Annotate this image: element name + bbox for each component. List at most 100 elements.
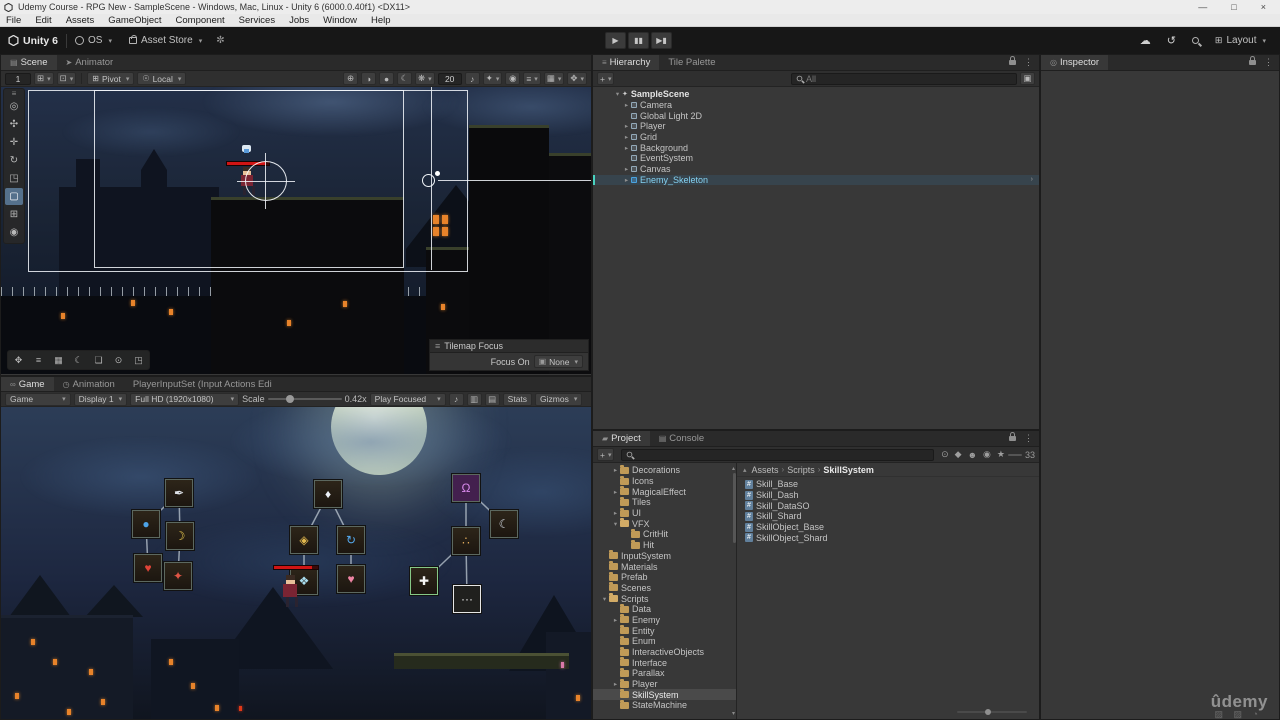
tab-animation[interactable]: ◷ Animation (54, 377, 124, 391)
play-focused-dropdown[interactable]: Play Focused ▾ (369, 392, 446, 406)
folder-materials[interactable]: Materials (593, 561, 736, 572)
play-button[interactable]: ▶ (605, 32, 626, 49)
focus-on-dropdown[interactable]: ▣ None ▾ (533, 355, 583, 368)
camera-gizmo-icon[interactable]: ⊕ (343, 72, 359, 85)
folder-skillsystem[interactable]: SkillSystem (593, 689, 736, 701)
chevron-right-icon[interactable]: › (1031, 176, 1033, 183)
tab-game[interactable]: ∞ Game (1, 377, 54, 391)
menu-component[interactable]: Component (176, 15, 225, 26)
mute-audio-icon[interactable]: ♪ (448, 392, 464, 406)
hidden-packages-icon[interactable]: ◉ (983, 449, 991, 460)
maximize-button[interactable]: □ (1231, 2, 1236, 12)
zoom-slider-track[interactable] (957, 709, 1027, 715)
camera-dropdown-icon[interactable]: ▦ ▾ (543, 72, 565, 85)
expand-arrow-icon[interactable]: ▸ (622, 165, 631, 173)
hierarchy-item-camera[interactable]: ▸ Camera (593, 100, 1039, 111)
menu-window[interactable]: Window (323, 15, 357, 26)
folder-interactiveobjects[interactable]: InteractiveObjects (593, 646, 736, 658)
skill-node-hearts[interactable]: ♥ (337, 565, 365, 593)
hierarchy-item-samplescene[interactable]: ▾ ✦ SampleScene (593, 89, 1039, 100)
scroll-up-icon[interactable]: ▴ (732, 465, 735, 472)
vertical-scrollbar[interactable] (733, 473, 736, 543)
panel-menu-icon[interactable]: ⋮ (1264, 57, 1273, 68)
menu-help[interactable]: Help (371, 15, 391, 26)
scene-viewport[interactable]: ≡ ◎ ✣ ✛ ↻ ◳ ▢ ⊞ ◉ ✥ ≡ ▦ ☾ ❏ ⊙ ◳ ≡ Tilemap Focus Focus … (1, 87, 591, 374)
folder-statemachine[interactable]: StateMachine (593, 699, 736, 711)
history-icon[interactable]: ↺ (1167, 34, 1176, 47)
asset-store-dropdown[interactable]: Asset Store ▾ (128, 35, 202, 46)
version-control-icon[interactable]: ✼ (216, 35, 224, 46)
rotate-tool[interactable]: ↻ (5, 152, 23, 169)
close-button[interactable]: × (1261, 2, 1266, 12)
hierarchy-item-player[interactable]: ▸ Player (593, 121, 1039, 132)
scene-picker-icon[interactable]: ▣ (1020, 72, 1035, 85)
folder-icons[interactable]: Icons (593, 475, 736, 487)
grid-size-field[interactable]: 20 (437, 72, 462, 85)
hierarchy-item-grid[interactable]: ▸ Grid (593, 132, 1039, 143)
tab-console[interactable]: ▤ Console (650, 431, 713, 446)
account-dropdown[interactable]: OS ▾ (75, 35, 112, 46)
move-tool[interactable]: ✛ (5, 134, 23, 151)
game-viewport[interactable]: ✒ ● ☽ ♥ ✦ ♦ ◈ ↻ ❖ ♥ Ω ☾ ∴ ✚ ··· (1, 407, 591, 719)
layout-dropdown[interactable]: ⊞ Layout ▾ (1215, 35, 1266, 46)
gizmos-dropdown[interactable]: Gizmos ▾ (535, 392, 583, 406)
step-button[interactable]: ▶▮ (651, 32, 672, 49)
folder-player[interactable]: ▸ Player (593, 678, 736, 690)
skill-node-wings[interactable]: ✦ (164, 562, 192, 590)
folder-vfx[interactable]: ▾ VFX (593, 518, 736, 529)
search-by-type-icon[interactable]: ⊙ (941, 449, 949, 460)
skybox-toggle-icon[interactable]: ☾ (397, 72, 413, 85)
folder-parallax[interactable]: Parallax (593, 667, 736, 679)
folder-enum[interactable]: Enum (593, 635, 736, 647)
expand-arrow-icon[interactable]: ▸ (611, 680, 620, 688)
search-icon[interactable] (1191, 37, 1199, 44)
favorites-icon[interactable]: ☻ (968, 450, 977, 460)
breadcrumb-assets[interactable]: Assets (752, 465, 779, 475)
snap-increment-icon[interactable]: ⊡ ▾ (56, 72, 77, 85)
unity-version-button[interactable]: Unity 6 (8, 35, 58, 47)
column-slider[interactable] (1007, 453, 1022, 456)
hand-tool[interactable]: ✣ (5, 116, 23, 133)
menu-file[interactable]: File (6, 15, 21, 26)
skill-node-orb[interactable]: ● (132, 510, 160, 538)
tab-inspector[interactable]: ◎ Inspector (1041, 55, 1109, 70)
file-skillobject_shard[interactable]: # SkillObject_Shard (737, 532, 1039, 543)
file-skill_shard[interactable]: # Skill_Shard (737, 511, 1039, 522)
zoom-slider-handle[interactable] (985, 709, 991, 715)
view-tool[interactable]: ◎ (5, 98, 23, 115)
skill-node-helm[interactable]: Ω (452, 474, 480, 502)
lock-icon[interactable] (1009, 432, 1016, 441)
tab-playerinputset-input-actions-edi[interactable]: PlayerInputSet (Input Actions Edi (124, 377, 281, 391)
transform-tool[interactable]: ⊞ (5, 206, 23, 223)
pivot-dropdown[interactable]: ⊞ Pivot ▾ (87, 72, 135, 85)
expand-arrow-icon[interactable]: ▾ (613, 90, 622, 98)
cloud-icon[interactable]: ☁ (1140, 34, 1151, 47)
hierarchy-item-global-light-2d[interactable]: Global Light 2D (593, 110, 1039, 121)
audio-toggle-icon[interactable]: ♪ (464, 72, 480, 85)
toolstrip-handle[interactable]: ≡ (12, 90, 17, 98)
tab-scene[interactable]: ▤ Scene (1, 55, 57, 70)
expand-arrow-icon[interactable]: ▸ (622, 101, 631, 109)
effects-dropdown-icon[interactable]: ❋ ▾ (415, 72, 435, 85)
zoom-icon[interactable]: ⊙ (109, 352, 128, 368)
add-gameobject-button[interactable]: + ▾ (597, 72, 615, 85)
metrics-icon[interactable]: ▥ (466, 392, 482, 406)
breadcrumb-scripts[interactable]: Scripts (787, 465, 815, 475)
lock-icon[interactable] (1009, 56, 1016, 65)
hierarchy-item-background[interactable]: ▸ Background (593, 142, 1039, 153)
skill-node-glove[interactable]: ✚ (410, 567, 438, 595)
tab-project[interactable]: ▰ Project (593, 431, 650, 446)
folder-crithit[interactable]: CritHit (593, 528, 736, 540)
pause-button[interactable]: ▮▮ (628, 32, 649, 49)
folder-decorations[interactable]: ▸ Decorations (593, 464, 736, 476)
folder-interface[interactable]: Interface (593, 657, 736, 668)
folder-hit[interactable]: Hit (593, 539, 736, 551)
file-skill_dash[interactable]: # Skill_Dash (737, 490, 1039, 501)
orientation-icon[interactable]: ✥ (9, 352, 28, 368)
star-icon[interactable]: ★ (997, 449, 1005, 460)
expand-arrow-icon[interactable]: ▸ (622, 176, 631, 184)
expand-arrow-icon[interactable]: ▸ (611, 488, 620, 496)
tab-animator[interactable]: ➤ Animator (57, 55, 123, 70)
expand-arrow-icon[interactable]: ▸ (611, 616, 620, 624)
project-search-input[interactable] (621, 448, 935, 461)
